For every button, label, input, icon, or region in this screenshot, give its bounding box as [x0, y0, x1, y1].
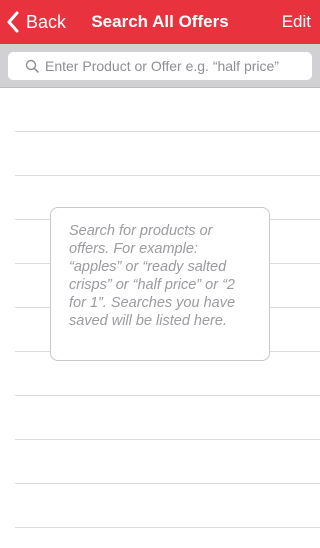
chevron-left-icon — [7, 11, 19, 33]
empty-state-hint-text: Search for products or offers. For examp… — [69, 223, 236, 329]
row-divider — [15, 395, 320, 396]
row-divider — [15, 175, 320, 176]
search-icon — [25, 59, 39, 73]
back-label: Back — [26, 11, 67, 32]
row-divider — [15, 527, 320, 528]
back-button[interactable]: Back — [6, 0, 66, 44]
row-divider — [15, 483, 320, 484]
navigation-bar: Back Search All Offers Edit — [0, 0, 320, 44]
empty-state-hint: Search for products or offers. For examp… — [50, 207, 270, 361]
search-input[interactable] — [45, 58, 295, 74]
search-bar — [0, 44, 320, 88]
row-divider — [15, 131, 320, 132]
search-field[interactable] — [8, 52, 312, 80]
edit-button[interactable]: Edit — [282, 0, 311, 44]
row-divider — [15, 439, 320, 440]
